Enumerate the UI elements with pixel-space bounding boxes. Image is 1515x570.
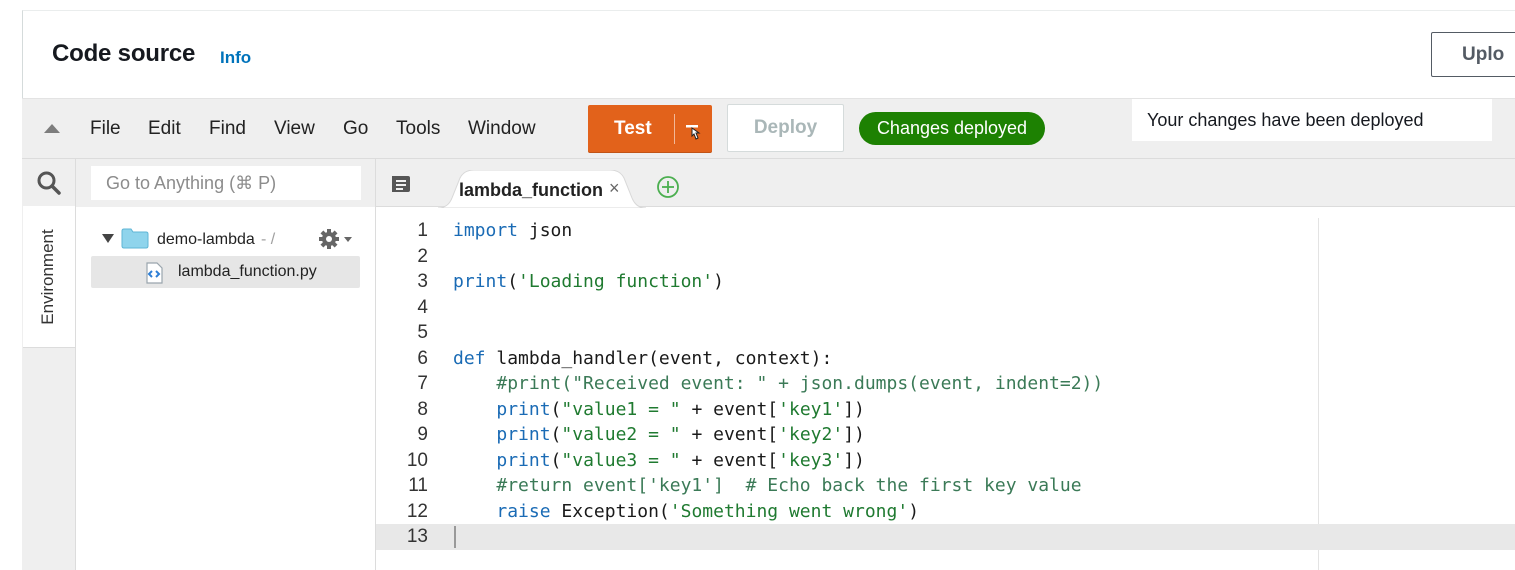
text-cursor xyxy=(454,526,456,548)
info-link[interactable]: Info xyxy=(220,48,251,68)
tab-lambda-function[interactable]: lambda_function xyxy=(459,180,605,201)
code-text: #print("Received event: " + json.dumps(e… xyxy=(496,373,1104,394)
line-number: 7 xyxy=(417,373,428,394)
deploy-button[interactable]: Deploy xyxy=(727,104,844,152)
code-line: 10 print("value3 = " + event['key3']) xyxy=(376,448,1515,473)
file-name: lambda_function.py xyxy=(178,263,317,280)
code-text: import json xyxy=(453,220,573,241)
search-icon[interactable] xyxy=(36,170,62,196)
code-line: 3 print('Loading function') xyxy=(376,269,1515,294)
code-line: 4 xyxy=(376,295,1515,320)
status-badge: Changes deployed xyxy=(859,112,1045,145)
code-line: 11 #return event['key1'] # Echo back the… xyxy=(376,473,1515,498)
code-text: print("value1 = " + event['key1']) xyxy=(496,398,865,420)
code-line: 2 xyxy=(376,244,1515,269)
code-line: 1 import json xyxy=(376,218,1515,243)
tab-list-icon[interactable] xyxy=(390,174,412,194)
tree-expand-icon[interactable] xyxy=(102,234,114,243)
code-text: #return event['key1'] # Echo back the fi… xyxy=(496,475,1082,496)
page-title: Code source xyxy=(52,40,196,67)
line-number: 8 xyxy=(417,398,428,420)
test-button[interactable]: Test xyxy=(588,105,712,153)
menu-window[interactable]: Window xyxy=(468,118,536,140)
code-text: print("value3 = " + event['key3']) xyxy=(496,449,865,471)
line-number: 9 xyxy=(417,424,428,445)
code-line: 8 print("value1 = " + event['key1']) xyxy=(376,397,1515,422)
line-number: 2 xyxy=(417,245,428,267)
code-line: 9 print("value2 = " + event['key2']) xyxy=(376,422,1515,447)
menu-tools[interactable]: Tools xyxy=(396,118,440,140)
code-line: 13 xyxy=(376,524,1515,549)
python-file-icon xyxy=(146,262,163,284)
code-line: 5 xyxy=(376,320,1515,345)
code-line: 6 def lambda_handler(event, context): xyxy=(376,346,1515,371)
test-button-label: Test xyxy=(614,118,652,139)
menu-file[interactable]: File xyxy=(90,118,121,140)
code-text: print('Loading function') xyxy=(453,271,724,292)
outer-background xyxy=(0,0,22,570)
code-text: print("value2 = " + event['key2']) xyxy=(496,424,865,445)
folder-name[interactable]: demo-lambda xyxy=(157,231,255,249)
close-icon[interactable]: × xyxy=(609,178,620,199)
menu-edit[interactable]: Edit xyxy=(148,118,181,140)
line-number: 10 xyxy=(406,449,428,471)
caret-down-icon[interactable] xyxy=(684,119,704,143)
code-line: 7 #print("Received event: " + json.dumps… xyxy=(376,371,1515,396)
collapse-arrow-icon[interactable] xyxy=(44,124,60,133)
environment-tab-label: Environment xyxy=(38,229,57,325)
line-number: 12 xyxy=(406,500,428,522)
line-number: 1 xyxy=(417,220,428,241)
gear-icon[interactable] xyxy=(318,228,354,250)
code-text: def lambda_handler(event, context): xyxy=(453,347,833,369)
goto-anything-input[interactable] xyxy=(91,166,361,200)
folder-path: - / xyxy=(261,231,276,248)
folder-icon xyxy=(121,228,149,249)
code-text: raise Exception('Something went wrong') xyxy=(496,500,920,522)
upload-button[interactable]: Uplo xyxy=(1431,32,1515,77)
test-button-divider xyxy=(674,114,675,144)
menu-find[interactable]: Find xyxy=(209,118,246,140)
line-number: 13 xyxy=(406,526,428,547)
menu-view[interactable]: View xyxy=(274,118,315,140)
deploy-toast: Your changes have been deployed xyxy=(1132,99,1492,141)
line-number: 3 xyxy=(417,271,428,292)
code-line: 12 raise Exception('Something went wrong… xyxy=(376,499,1515,524)
line-number: 6 xyxy=(417,347,428,369)
add-tab-icon[interactable] xyxy=(656,175,680,199)
line-number: 11 xyxy=(408,475,428,496)
menu-go[interactable]: Go xyxy=(343,118,368,140)
line-number: 4 xyxy=(417,296,428,318)
line-number: 5 xyxy=(417,322,428,343)
